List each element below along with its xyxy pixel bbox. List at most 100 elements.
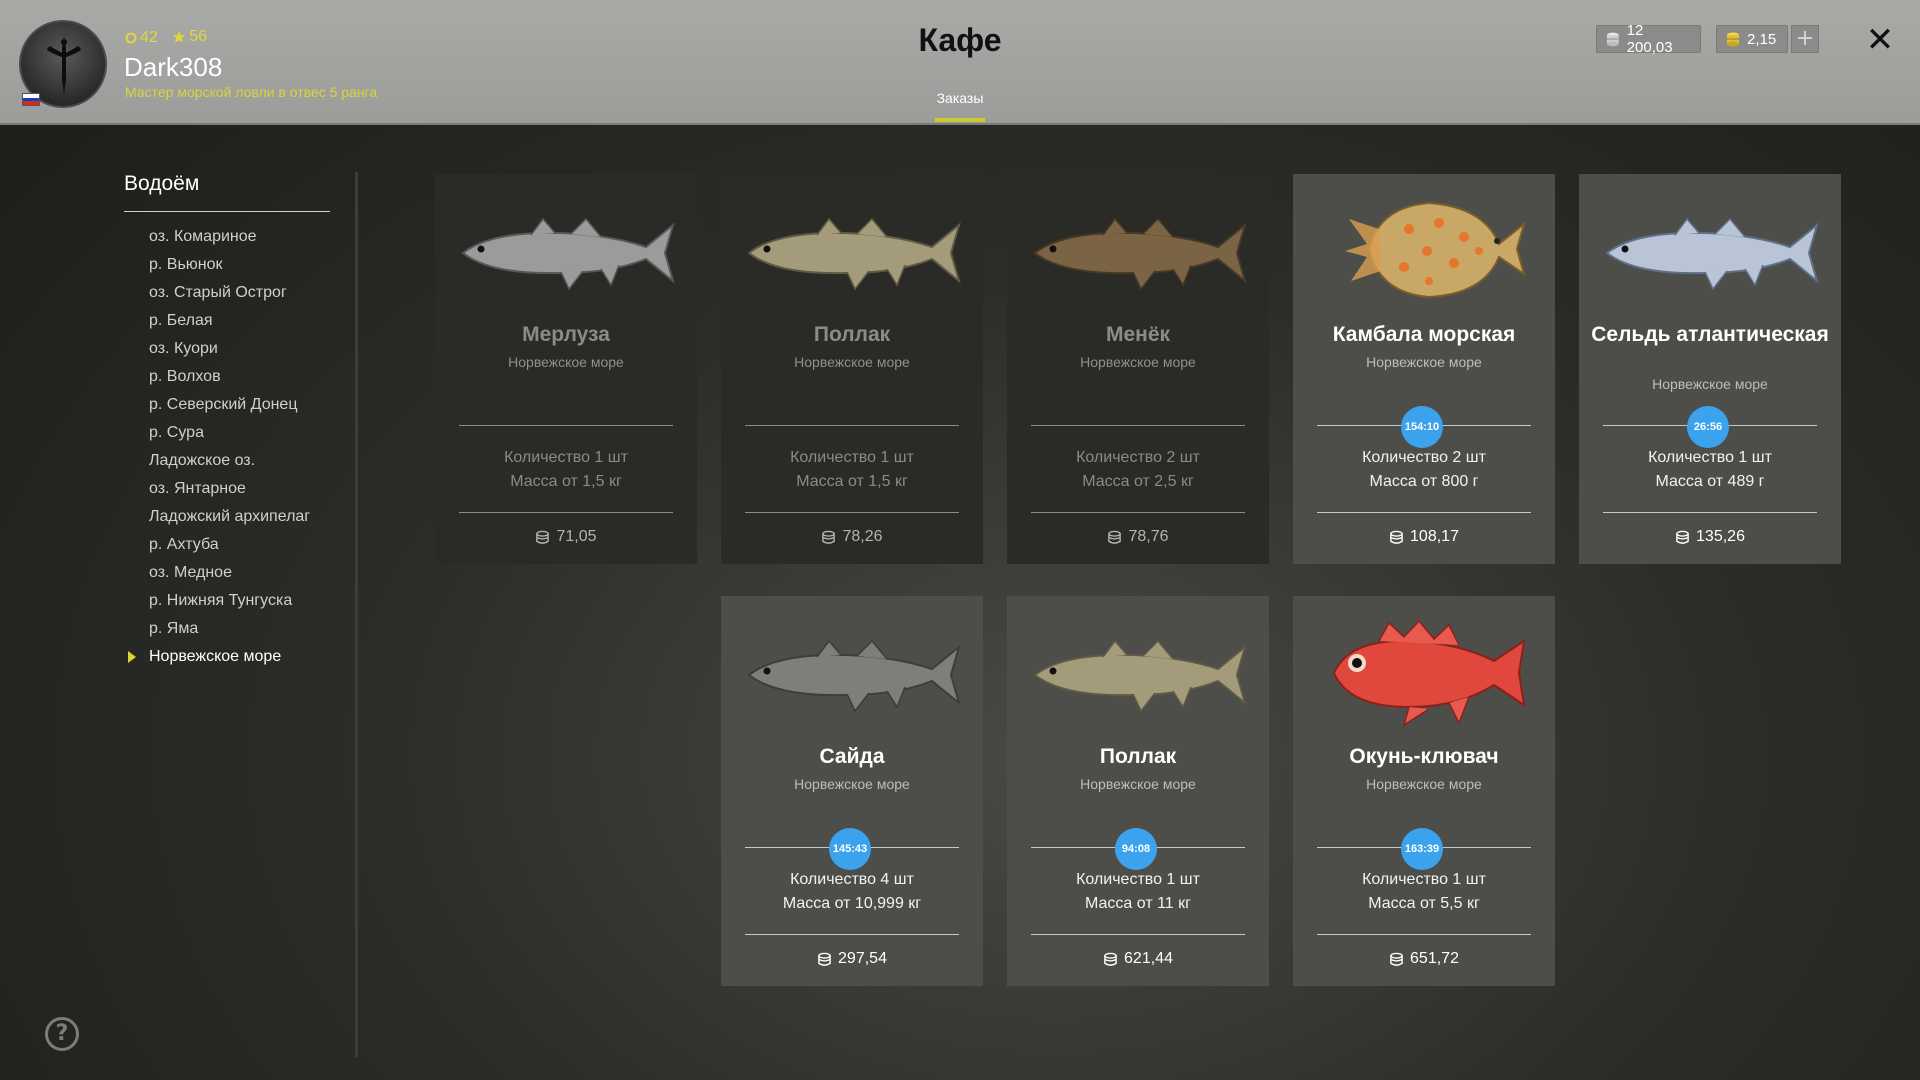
tab-orders[interactable]: Заказы <box>910 90 1010 106</box>
order-reward: 135,26 <box>1579 528 1841 546</box>
card-divider <box>1317 934 1531 935</box>
sidebar-item[interactable]: оз. Комариное <box>149 226 310 254</box>
sidebar-item[interactable]: р. Белая <box>149 310 310 338</box>
order-card[interactable]: Сельдь атлантическая Норвежское море 26:56… <box>1579 174 1841 564</box>
sidebar-item[interactable]: р. Нижняя Тунгуска <box>149 590 310 618</box>
sidebar-item[interactable]: оз. Янтарное <box>149 478 310 506</box>
sidebar-item-label: оз. Старый Острог <box>149 284 287 301</box>
order-timer: 94:08 <box>1115 828 1157 870</box>
order-quantity: Количество 1 шт <box>790 449 914 466</box>
sidebar-item-label: Ладожское оз. <box>149 452 256 469</box>
card-divider <box>1031 425 1245 426</box>
reward-amount: 135,26 <box>1696 528 1745 545</box>
sidebar-item[interactable]: Ладожский архипелаг <box>149 506 310 534</box>
sidebar-item[interactable]: р. Волхов <box>149 366 310 394</box>
card-divider <box>459 425 673 426</box>
silver-coins-icon <box>1606 32 1619 47</box>
sidebar-item[interactable]: р. Яма <box>149 618 310 646</box>
order-min-mass: Масса от 1,5 кг <box>796 473 908 490</box>
sidebar-title: Водоём <box>124 172 200 195</box>
order-card[interactable]: Окунь-клювач Норвежское море 163:39 Количес… <box>1293 596 1555 986</box>
order-card[interactable]: Поллак Норвежское море Количество 1 шт Масс… <box>721 174 983 564</box>
sidebar-item-label: р. Ахтуба <box>149 536 219 553</box>
silver-coins-icon <box>1390 530 1403 544</box>
sidebar-item[interactable]: оз. Куори <box>149 338 310 366</box>
pollack-icon <box>1023 611 1253 731</box>
sidebar-item-label: р. Северский Донец <box>149 396 298 413</box>
fish-name: Сайда <box>819 745 885 768</box>
order-card[interactable]: Камбала морская Норвежское море 154:10 Коли… <box>1293 174 1555 564</box>
sidebar-item-label: р. Белая <box>149 312 213 329</box>
sidebar-item[interactable]: оз. Медное <box>149 562 310 590</box>
sidebar-title-divider <box>124 211 330 212</box>
silver-coins-icon <box>1390 952 1403 966</box>
sidebar-item-label: р. Нижняя Тунгуска <box>149 592 293 609</box>
active-tab-indicator <box>935 118 985 122</box>
close-button[interactable]: ✕ <box>1862 18 1898 62</box>
gold-balance[interactable]: 2,15 <box>1716 25 1788 53</box>
fish-name: Поллак <box>1099 745 1177 768</box>
order-quantity: Количество 1 шт <box>504 449 628 466</box>
fish-location: Норвежское море <box>794 354 910 370</box>
silver-coins-icon <box>1676 530 1689 544</box>
waterbody-list: оз. Комариное р. Вьюнок оз. Старый Острог р… <box>128 226 310 674</box>
order-timer: 163:39 <box>1401 828 1443 870</box>
sidebar-item[interactable]: оз. Старый Острог <box>149 282 310 310</box>
card-divider <box>1603 512 1817 513</box>
card-divider <box>1031 934 1245 935</box>
order-quantity: Количество 1 шт <box>1076 871 1200 888</box>
card-divider <box>1317 512 1531 513</box>
silver-coins-icon <box>1104 952 1117 966</box>
reward-amount: 108,17 <box>1410 528 1459 545</box>
sidebar-item-label: р. Вьюнок <box>149 256 223 273</box>
order-min-mass: Масса от 489 г <box>1655 473 1765 490</box>
redfish-icon <box>1309 611 1539 731</box>
order-card[interactable]: Сайда Норвежское море 145:43 Количество 4 ш… <box>721 596 983 986</box>
sidebar-item[interactable]: р. Ахтуба <box>149 534 310 562</box>
add-currency-button[interactable]: + <box>1791 25 1819 53</box>
sidebar-item-label: оз. Янтарное <box>149 480 246 497</box>
order-min-mass: Масса от 11 кг <box>1085 895 1191 912</box>
sidebar-item-label: р. Яма <box>149 620 199 637</box>
reward-amount: 78,26 <box>842 528 883 545</box>
order-card[interactable]: Мерлуза Норвежское море Количество 1 шт Мас… <box>435 174 697 564</box>
sidebar-item-label: оз. Комариное <box>149 228 257 245</box>
silver-coins-icon <box>818 952 831 966</box>
fish-location: Норвежское море <box>1080 776 1196 792</box>
fish-name: Окунь-клювач <box>1349 745 1499 768</box>
reward-amount: 651,72 <box>1410 950 1459 967</box>
fish-location: Норвежское море <box>1366 354 1482 370</box>
sidebar-item[interactable]: р. Сура <box>149 422 310 450</box>
order-timer: 154:10 <box>1401 406 1443 448</box>
order-min-mass: Масса от 1,5 кг <box>510 473 622 490</box>
gold-coins-icon <box>1727 32 1739 47</box>
reward-amount: 297,54 <box>838 950 887 967</box>
order-quantity: Количество 4 шт <box>790 871 914 888</box>
silver-coins-icon <box>536 530 550 544</box>
order-reward: 297,54 <box>721 950 983 968</box>
sidebar-item[interactable]: р. Северский Донец <box>149 394 310 422</box>
order-min-mass: Масса от 10,999 кг <box>782 895 922 912</box>
gold-amount: 2,15 <box>1747 30 1777 48</box>
silver-balance[interactable]: 12 200,03 <box>1596 22 1701 56</box>
hake-icon <box>451 189 681 309</box>
sidebar-item[interactable]: Ладожское оз. <box>149 450 310 478</box>
help-button[interactable]: ? <box>45 1017 79 1051</box>
fish-name: Камбала морская <box>1332 323 1516 346</box>
sidebar-item[interactable]: р. Вьюнок <box>149 254 310 282</box>
fish-name: Мерлуза <box>522 323 610 346</box>
russia-flag-icon <box>22 93 40 106</box>
sidebar-divider <box>355 172 358 1057</box>
order-reward: 651,72 <box>1293 950 1555 968</box>
fish-location: Норвежское море <box>508 354 624 370</box>
order-reward: 108,17 <box>1293 528 1555 546</box>
order-min-mass: Масса от 2,5 кг <box>1082 473 1194 490</box>
sidebar-item-label: оз. Куори <box>149 340 218 357</box>
order-reward: 78,76 <box>1007 528 1269 546</box>
sidebar-item[interactable]: Норвежское море <box>128 646 310 674</box>
fish-name: Сельдь атлантическая <box>1591 323 1829 346</box>
order-card[interactable]: Менёк Норвежское море Количество 2 шт Масса… <box>1007 174 1269 564</box>
order-card[interactable]: Поллак Норвежское море 94:08 Количество 1 ш… <box>1007 596 1269 986</box>
card-divider <box>745 512 959 513</box>
order-timer: 26:56 <box>1687 406 1729 448</box>
